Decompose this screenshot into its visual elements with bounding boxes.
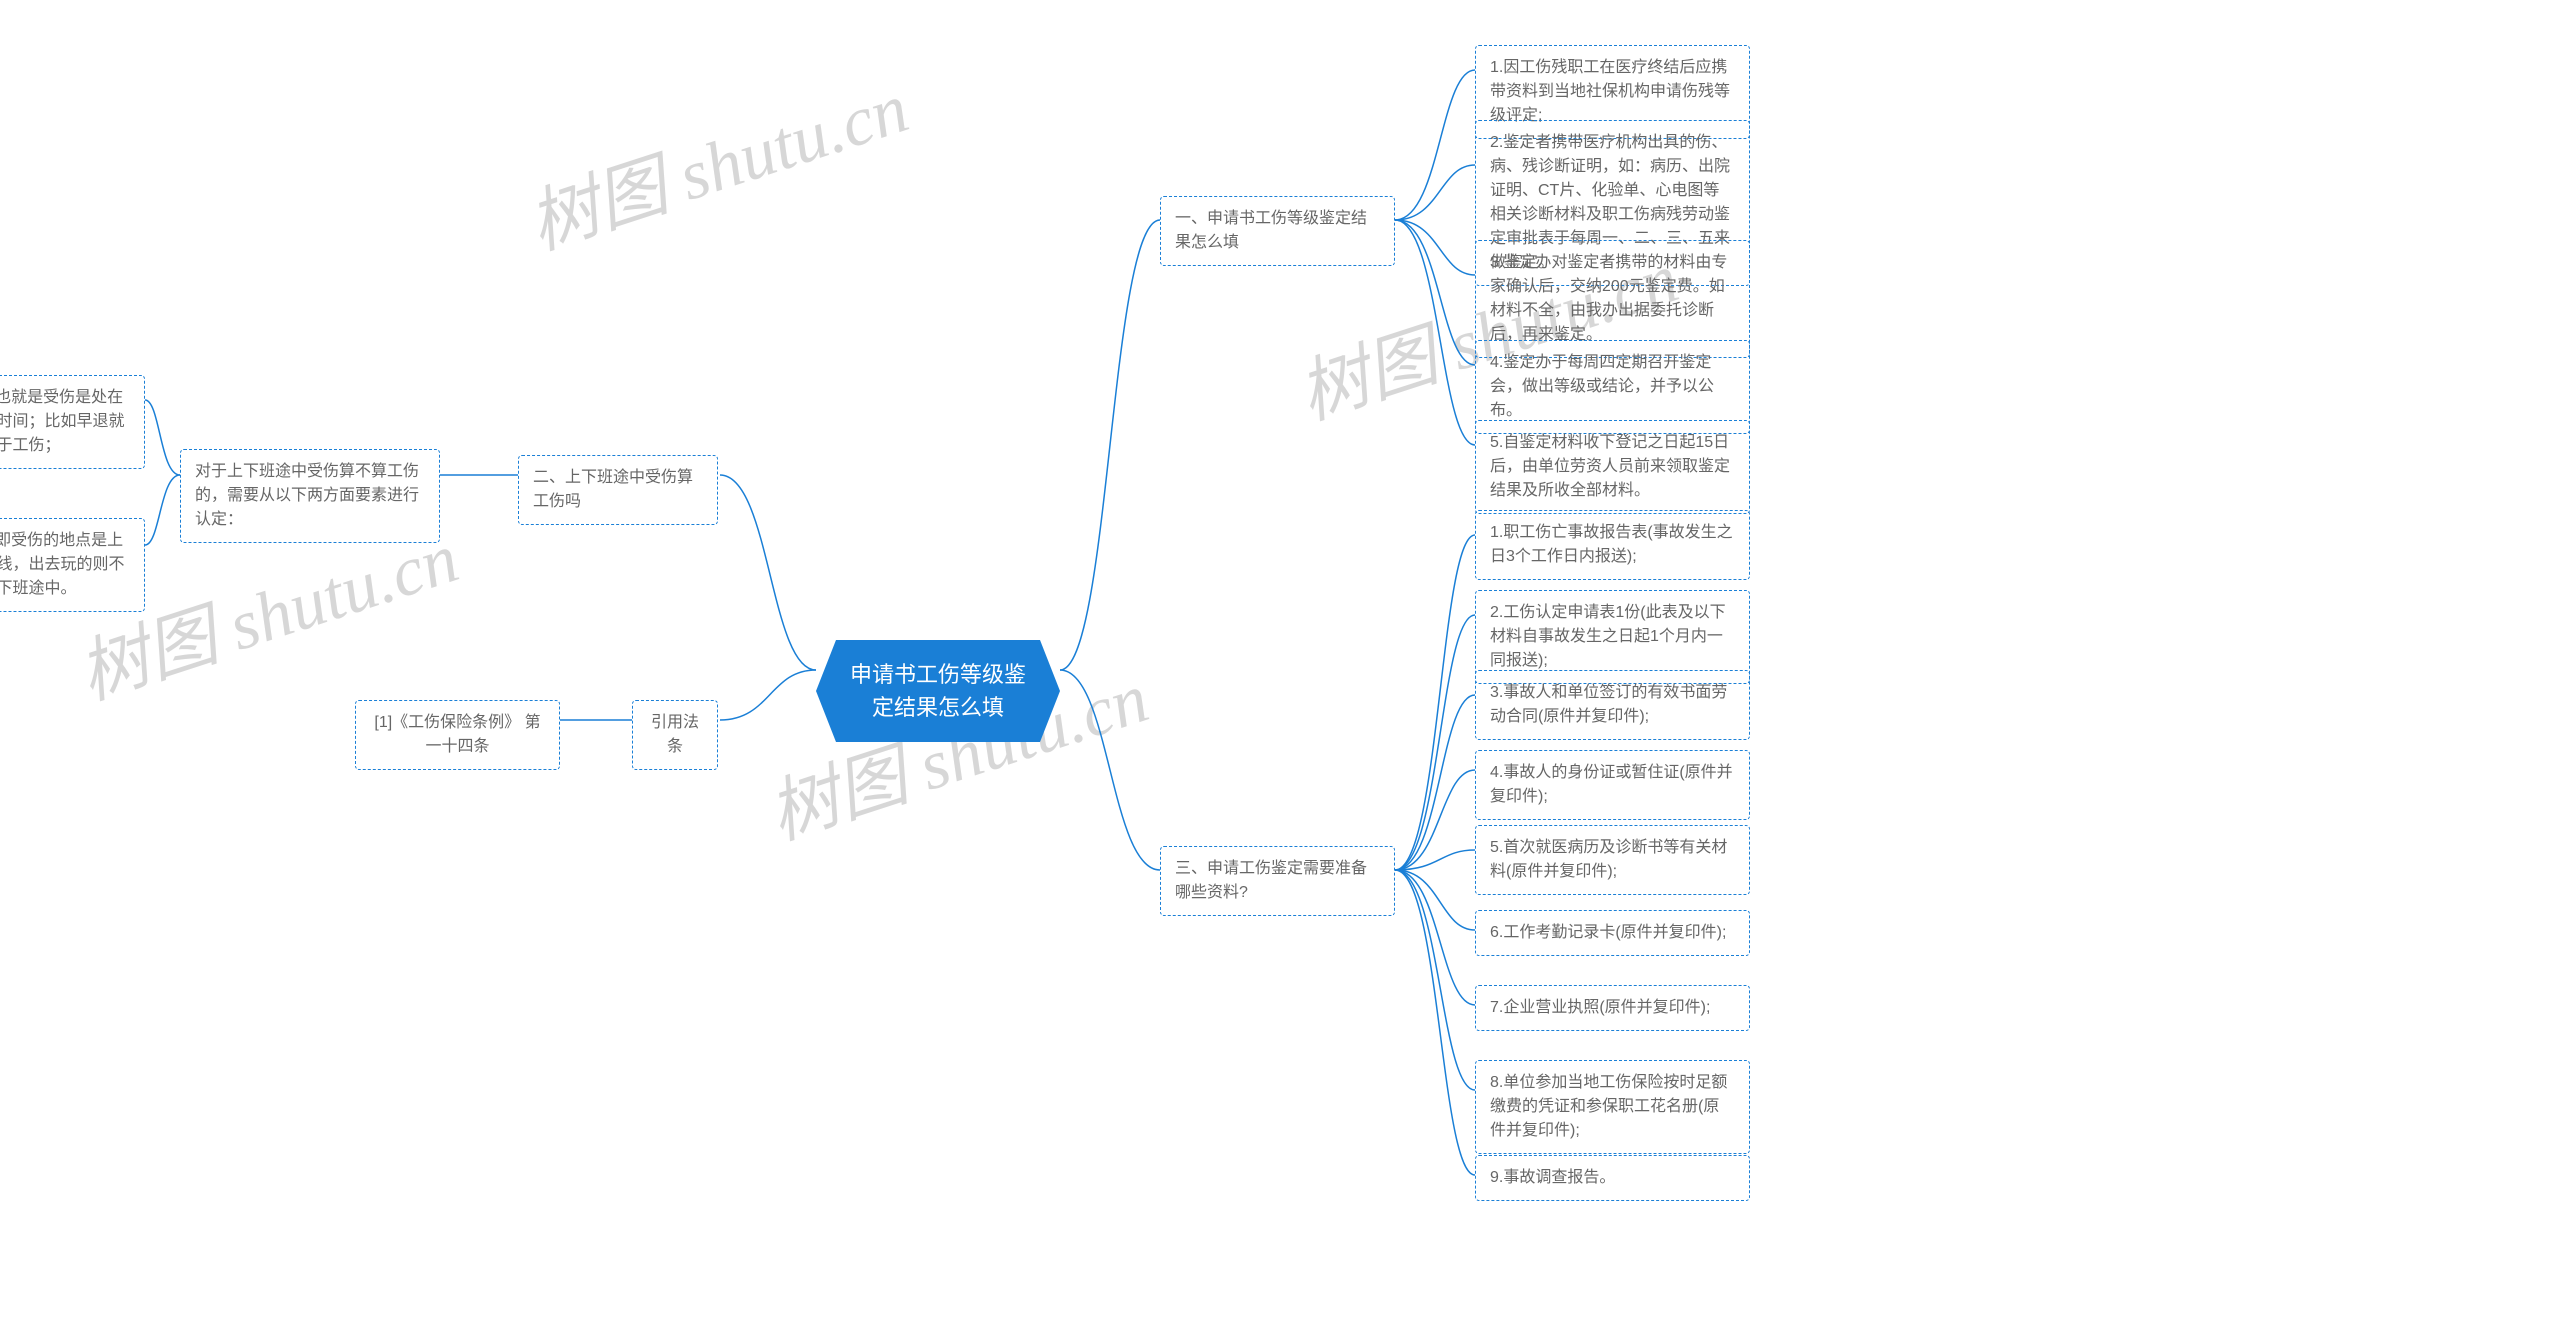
branch-ref[interactable]: 引用法条	[632, 700, 718, 770]
branch-label: 三、申请工伤鉴定需要准备哪些资料?	[1175, 860, 1367, 901]
leaf-r3-4[interactable]: 4.事故人的身份证或暂住证(原件并复印件);	[1475, 750, 1750, 820]
leaf-r3-8[interactable]: 8.单位参加当地工伤保险按时足额缴费的凭证和参保职工花名册(原件并复印件);	[1475, 1060, 1750, 1154]
leaf-r3-6[interactable]: 6.工作考勤记录卡(原件并复印件);	[1475, 910, 1750, 956]
leaf-r3-1[interactable]: 1.职工伤亡事故报告表(事故发生之日3个工作日内报送);	[1475, 510, 1750, 580]
leaf-r3-3[interactable]: 3.事故人和单位签订的有效书面劳动合同(原件并复印件);	[1475, 670, 1750, 740]
root-node[interactable]: 申请书工伤等级鉴定结果怎么填	[816, 640, 1060, 742]
leaf-text: 3.鉴定办对鉴定者携带的材料由专家确认后，交纳200元鉴定费。如材料不全，由我办…	[1490, 254, 1727, 343]
leaf-text: 9.事故调查报告。	[1490, 1169, 1615, 1186]
watermark: 树图 shutu.cn	[514, 52, 919, 269]
leaf-text: 6.工作考勤记录卡(原件并复印件);	[1490, 924, 1726, 941]
leaf-r3-7[interactable]: 7.企业营业执照(原件并复印件);	[1475, 985, 1750, 1031]
leaf-text: 对于上下班途中受伤算不算工伤的，需要从以下两方面要素进行认定：	[195, 463, 419, 528]
leaf-r1-5[interactable]: 5.自鉴定材料收下登记之日起15日后，由单位劳资人员前来领取鉴定结果及所收全部材…	[1475, 420, 1750, 514]
leaf-text: 4.事故人的身份证或暂住证(原件并复印件);	[1490, 764, 1733, 805]
leaf-text: 8.单位参加当地工伤保险按时足额缴费的凭证和参保职工花名册(原件并复印件);	[1490, 1074, 1727, 1139]
branch-l2[interactable]: 二、上下班途中受伤算工伤吗	[518, 455, 718, 525]
leaf-text: 1.因工伤残职工在医疗终结后应携带资料到当地社保机构申请伤残等级评定;	[1490, 59, 1730, 124]
leaf-ref-1[interactable]: [1]《工伤保险条例》 第一十四条	[355, 700, 560, 770]
leaf-text: 3.事故人和单位签订的有效书面劳动合同(原件并复印件);	[1490, 684, 1727, 725]
branch-label: 引用法条	[651, 714, 699, 755]
branch-label: 二、上下班途中受伤算工伤吗	[533, 469, 693, 510]
root-label: 申请书工伤等级鉴定结果怎么填	[850, 662, 1026, 720]
branch-r3[interactable]: 三、申请工伤鉴定需要准备哪些资料?	[1160, 846, 1395, 916]
leaf-text: 2.工伤认定申请表1份(此表及以下材料自事故发生之日起1个月内一同报送);	[1490, 604, 1726, 669]
leaf-r3-5[interactable]: 5.首次就医病历及诊断书等有关材料(原件并复印件);	[1475, 825, 1750, 895]
leaf-text: 5.自鉴定材料收下登记之日起15日后，由单位劳资人员前来领取鉴定结果及所收全部材…	[1490, 434, 1730, 499]
branch-r1[interactable]: 一、申请书工伤等级鉴定结果怎么填	[1160, 196, 1395, 266]
branch-label: 一、申请书工伤等级鉴定结果怎么填	[1175, 210, 1367, 251]
leaf-text: 4.鉴定办于每周四定期召开鉴定会，做出等级或结论，并予以公布。	[1490, 354, 1714, 419]
leaf-text: 5.首次就医病历及诊断书等有关材料(原件并复印件);	[1490, 839, 1727, 880]
leaf-text: 2.地理要素，即受伤的地点是上下班的必经路线，出去玩的则不属于上下班途中。	[0, 532, 125, 597]
leaf-l2-factor-1[interactable]: 1.时间要素，也就是受伤是处在上下班的必要时间；比如早退就不属于工伤；	[0, 375, 145, 469]
leaf-text: 1.职工伤亡事故报告表(事故发生之日3个工作日内报送);	[1490, 524, 1733, 565]
leaf-r3-9[interactable]: 9.事故调查报告。	[1475, 1155, 1750, 1201]
leaf-text: 1.时间要素，也就是受伤是处在上下班的必要时间；比如早退就不属于工伤；	[0, 389, 125, 454]
leaf-l2-intro[interactable]: 对于上下班途中受伤算不算工伤的，需要从以下两方面要素进行认定：	[180, 449, 440, 543]
leaf-l2-factor-2[interactable]: 2.地理要素，即受伤的地点是上下班的必经路线，出去玩的则不属于上下班途中。	[0, 518, 145, 612]
leaf-text: 7.企业营业执照(原件并复印件);	[1490, 999, 1710, 1016]
leaf-text: [1]《工伤保险条例》 第一十四条	[374, 714, 540, 755]
